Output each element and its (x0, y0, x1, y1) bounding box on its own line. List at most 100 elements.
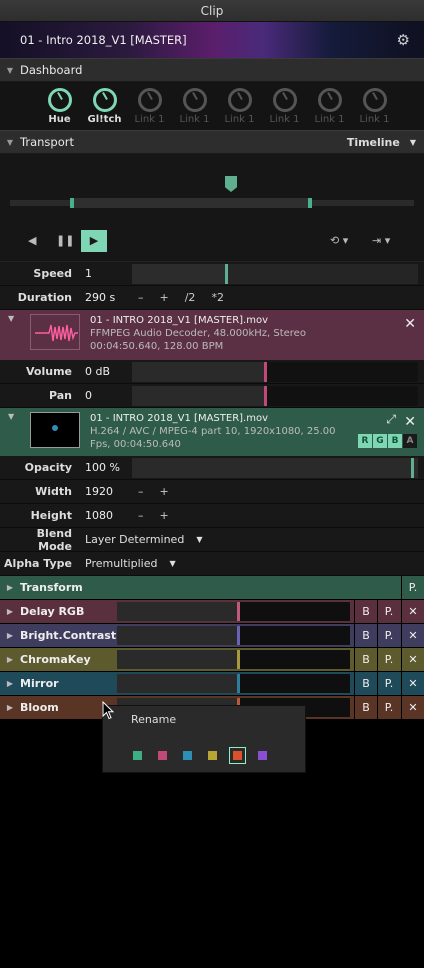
effect-preset-button[interactable]: P. (377, 696, 400, 719)
effect-row[interactable]: ▶ Mirror B P. ✕ (0, 672, 424, 696)
timeline-range[interactable] (70, 198, 312, 208)
dashboard-knob[interactable]: Link 1 (262, 82, 307, 130)
pan-slider[interactable] (132, 385, 418, 406)
effect-bypass-button[interactable]: B (354, 624, 377, 647)
slider-thumb[interactable] (411, 457, 414, 478)
width-minus-button[interactable]: – (138, 485, 144, 498)
step-back-icon[interactable]: ◀ (28, 234, 36, 247)
knob-dial-icon[interactable] (272, 88, 297, 112)
expand-triangle-icon[interactable]: ▶ (0, 679, 20, 688)
height-minus-button[interactable]: – (138, 509, 144, 522)
effect-bypass-button[interactable]: B (354, 672, 377, 695)
gear-icon[interactable]: ⚙ (397, 31, 410, 49)
knob-dial-icon[interactable] (137, 88, 162, 112)
loop-mode-icon[interactable]: ⟲ ▾ (330, 234, 348, 247)
channel-toggle-a[interactable]: A (403, 434, 417, 448)
end-action-icon[interactable]: ⇥ ▾ (372, 234, 390, 247)
collapse-triangle-icon[interactable]: ▼ (8, 412, 14, 421)
close-icon[interactable]: ✕ (404, 316, 416, 332)
volume-slider[interactable] (132, 361, 418, 382)
slider-thumb[interactable] (237, 602, 240, 621)
knob-dial-icon[interactable] (227, 88, 252, 112)
dashboard-knob[interactable]: Link 1 (307, 82, 352, 130)
effect-preset-button[interactable]: P. (377, 672, 400, 695)
channel-toggle-r[interactable]: R (358, 434, 372, 448)
color-swatch[interactable] (208, 751, 217, 760)
height-plus-button[interactable]: + (160, 509, 169, 522)
speed-slider[interactable] (132, 263, 418, 284)
slider-thumb[interactable] (264, 361, 267, 382)
effect-mix-slider[interactable] (117, 626, 350, 645)
transform-row[interactable]: ▶ Transform P. (0, 576, 424, 600)
expand-triangle-icon[interactable]: ▶ (0, 583, 20, 592)
transport-mode-select[interactable]: Timeline (347, 136, 400, 149)
blend-mode-select[interactable]: Layer Determined ▼ (80, 533, 202, 546)
expand-triangle-icon[interactable]: ▶ (0, 655, 20, 664)
duration-half-button[interactable]: /2 (185, 291, 196, 304)
pan-value[interactable]: 0 (80, 389, 132, 402)
close-icon[interactable]: ✕ (401, 696, 424, 719)
duration-minus-button[interactable]: – (138, 291, 144, 304)
expand-triangle-icon[interactable]: ▶ (0, 631, 20, 640)
duration-double-button[interactable]: *2 (211, 291, 224, 304)
color-swatch[interactable] (133, 751, 142, 760)
color-swatch[interactable] (158, 751, 167, 760)
effect-row[interactable]: ▶ Delay RGB B P. ✕ (0, 600, 424, 624)
section-transport[interactable]: ▼ Transport Timeline ▼ (0, 130, 424, 154)
close-icon[interactable]: ✕ (401, 600, 424, 623)
knob-dial-icon[interactable] (317, 88, 342, 112)
channel-toggle-g[interactable]: G (373, 434, 387, 448)
close-icon[interactable]: ✕ (404, 414, 416, 430)
section-dashboard[interactable]: ▼ Dashboard (0, 58, 424, 82)
width-plus-button[interactable]: + (160, 485, 169, 498)
collapse-triangle-icon[interactable]: ▼ (0, 66, 20, 75)
transform-p-button[interactable]: P. (401, 576, 424, 599)
duration-plus-button[interactable]: + (160, 291, 169, 304)
expand-icon[interactable]: ⤢ (386, 412, 396, 427)
effect-row[interactable]: ▶ Bright.Contrast B P. ✕ (0, 624, 424, 648)
slider-thumb[interactable] (237, 626, 240, 645)
slider-thumb[interactable] (237, 650, 240, 669)
dashboard-knob[interactable]: Gl!tch (82, 82, 127, 130)
play-button[interactable]: ▶ (81, 230, 107, 252)
speed-value[interactable]: 1 (80, 267, 132, 280)
channel-toggle-b[interactable]: B (388, 434, 402, 448)
knob-dial-icon[interactable] (182, 88, 207, 112)
chevron-down-icon[interactable]: ▼ (410, 138, 416, 147)
dashboard-knob[interactable]: Link 1 (352, 82, 397, 130)
effect-bypass-button[interactable]: B (354, 600, 377, 623)
color-swatch[interactable] (183, 751, 192, 760)
height-value[interactable]: 1080 (80, 509, 132, 522)
effect-preset-button[interactable]: P. (377, 600, 400, 623)
slider-thumb[interactable] (237, 674, 240, 693)
effect-preset-button[interactable]: P. (377, 648, 400, 671)
dashboard-knob[interactable]: Link 1 (217, 82, 262, 130)
expand-triangle-icon[interactable]: ▶ (0, 703, 20, 712)
width-value[interactable]: 1920 (80, 485, 132, 498)
pause-icon[interactable]: ❚❚ (56, 234, 74, 247)
expand-triangle-icon[interactable]: ▶ (0, 607, 20, 616)
knob-dial-icon[interactable] (362, 88, 387, 112)
effect-mix-slider[interactable] (117, 602, 350, 621)
slider-thumb[interactable] (225, 263, 228, 284)
effect-bypass-button[interactable]: B (354, 648, 377, 671)
opacity-value[interactable]: 100 % (80, 461, 132, 474)
timeline[interactable] (0, 154, 424, 222)
rename-menu-item[interactable]: Rename (131, 713, 176, 726)
duration-value[interactable]: 290 s (80, 291, 132, 304)
knob-dial-icon[interactable] (47, 88, 72, 112)
effect-row[interactable]: ▶ ChromaKey B P. ✕ (0, 648, 424, 672)
dashboard-knob[interactable]: Link 1 (127, 82, 172, 130)
collapse-triangle-icon[interactable]: ▼ (0, 138, 20, 147)
collapse-triangle-icon[interactable]: ▼ (8, 314, 14, 323)
slider-thumb[interactable] (264, 385, 267, 406)
dashboard-knob[interactable]: Hue (37, 82, 82, 130)
effect-bypass-button[interactable]: B (354, 696, 377, 719)
alpha-type-select[interactable]: Premultiplied ▼ (80, 557, 176, 570)
volume-value[interactable]: 0 dB (80, 365, 132, 378)
effect-mix-slider[interactable] (117, 674, 350, 693)
effect-preset-button[interactable]: P. (377, 624, 400, 647)
knob-dial-icon[interactable] (92, 88, 117, 112)
playhead[interactable] (225, 176, 237, 192)
color-swatch[interactable] (258, 751, 267, 760)
